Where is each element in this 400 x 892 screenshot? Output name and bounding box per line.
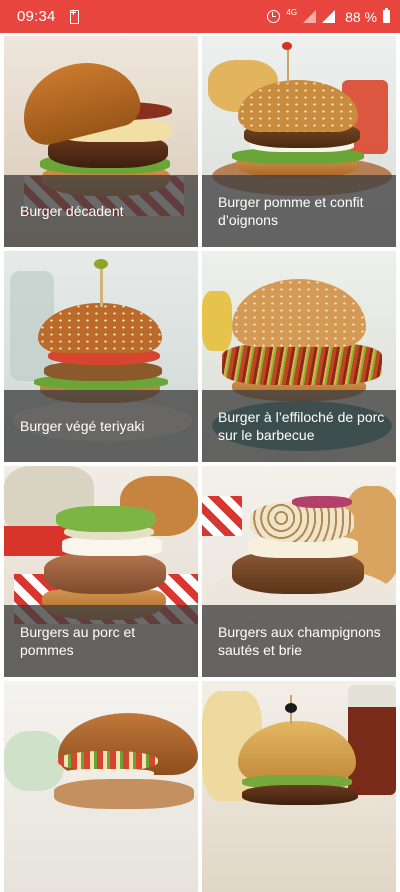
recipe-photo bbox=[202, 681, 396, 892]
status-icons: 4G 88 % bbox=[267, 8, 390, 25]
status-time: 09:34 bbox=[17, 8, 56, 25]
recipe-card[interactable] bbox=[202, 681, 396, 892]
recipe-card[interactable]: Burger pomme et confit d’oignons bbox=[202, 36, 396, 247]
recipe-card[interactable]: Burgers aux champignons sautés et brie bbox=[202, 466, 396, 677]
recipe-title: Burgers au porc et pommes bbox=[4, 605, 198, 677]
signal-icon-1 bbox=[303, 10, 317, 23]
sim-notification-icon bbox=[69, 8, 79, 24]
recipe-card[interactable]: Burgers au porc et pommes bbox=[4, 466, 198, 677]
recipe-card[interactable]: Burger à l’effiloché de porc sur le barb… bbox=[202, 251, 396, 462]
recipe-title: Burger pomme et confit d’oignons bbox=[202, 175, 396, 247]
network-type-label: 4G bbox=[286, 8, 298, 17]
recipe-card[interactable] bbox=[4, 681, 198, 892]
status-bar: 09:34 4G 88 % bbox=[0, 0, 400, 33]
recipe-title: Burger végé teriyaki bbox=[4, 390, 198, 462]
recipe-grid: Burger décadent Burger pomme et confit d… bbox=[0, 33, 400, 892]
signal-icon-2 bbox=[322, 10, 336, 23]
alarm-icon bbox=[267, 10, 281, 23]
battery-percentage: 88 % bbox=[345, 8, 377, 25]
battery-icon bbox=[383, 8, 390, 23]
recipe-title: Burger décadent bbox=[4, 175, 198, 247]
recipe-photo bbox=[4, 681, 198, 892]
recipe-card[interactable]: Burger décadent bbox=[4, 36, 198, 247]
recipe-card[interactable]: Burger végé teriyaki bbox=[4, 251, 198, 462]
recipe-title: Burgers aux champignons sautés et brie bbox=[202, 605, 396, 677]
recipe-title: Burger à l’effiloché de porc sur le barb… bbox=[202, 390, 396, 462]
